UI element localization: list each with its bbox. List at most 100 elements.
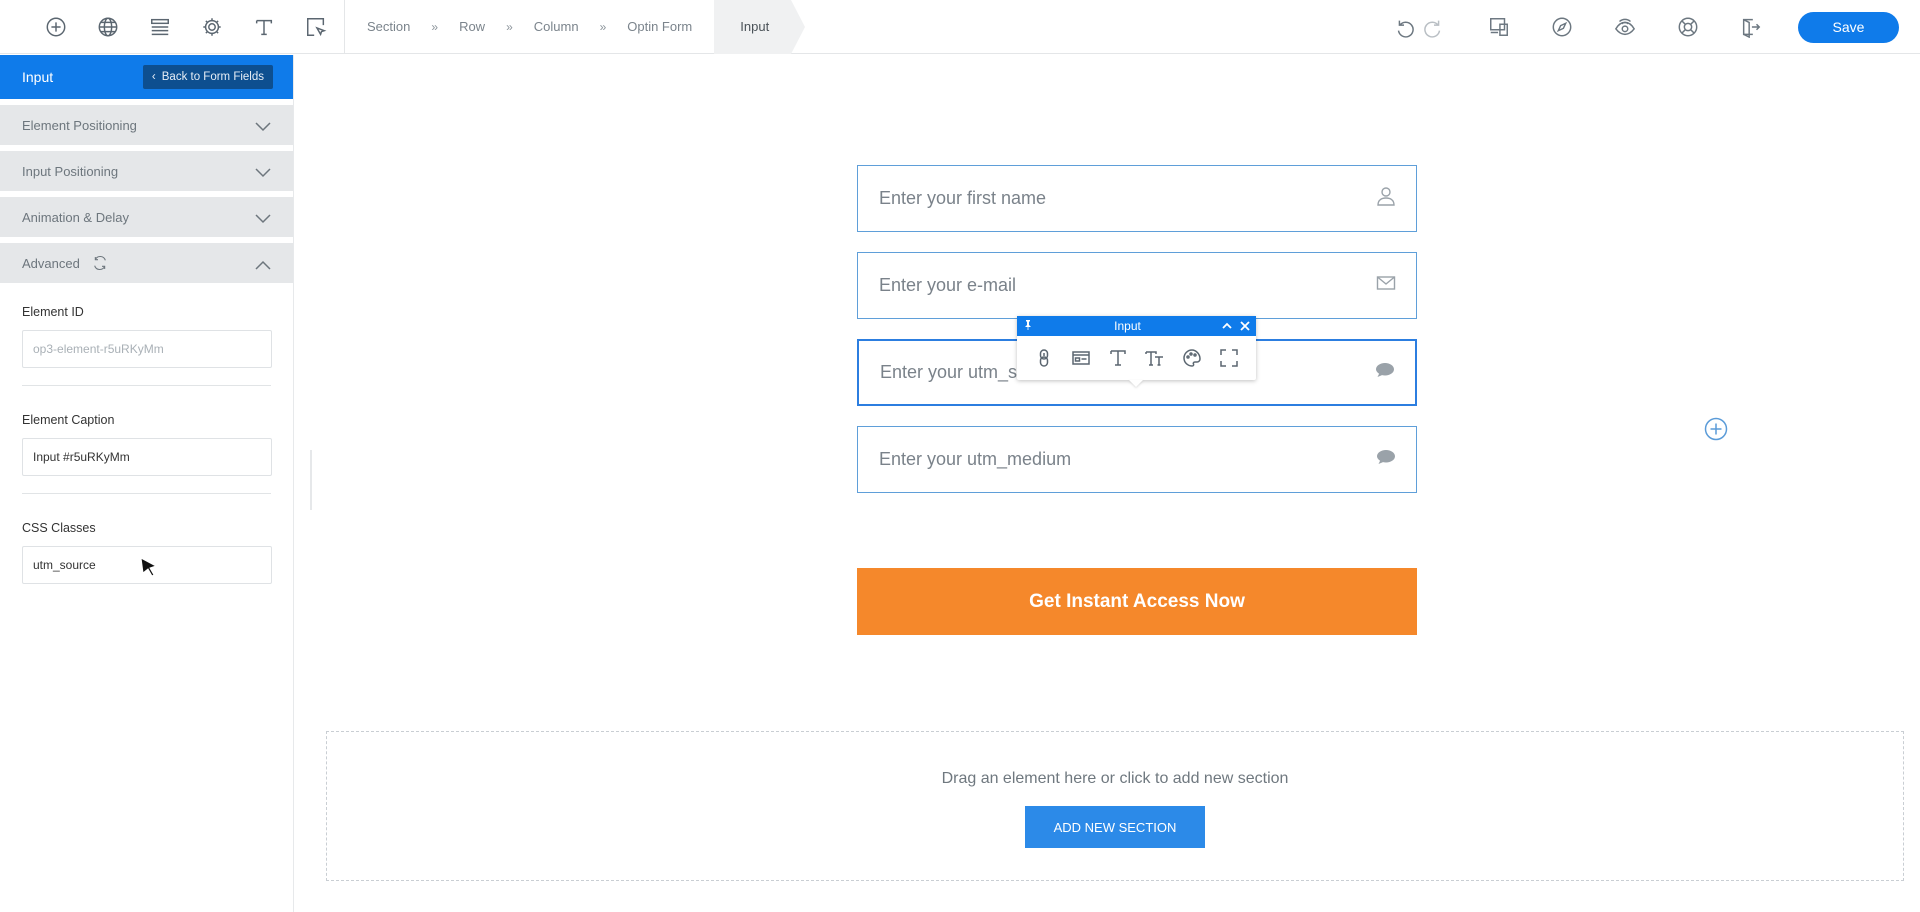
sections-icon [151, 18, 169, 35]
element-id-group: Element ID op3-element-r5uRKyMm [0, 305, 293, 368]
plus-circle-icon [1704, 417, 1728, 441]
history-controls [1379, 16, 1459, 38]
back-button-label: Back to Form Fields [161, 71, 264, 83]
devices-icon [1489, 18, 1508, 36]
navigator-button[interactable] [1530, 0, 1593, 54]
utm-medium-field[interactable]: Enter your utm_medium [857, 426, 1417, 493]
fullscreen-icon[interactable] [1219, 348, 1239, 368]
toolbar-left-icons [0, 0, 345, 54]
user-icon [1376, 186, 1396, 211]
breadcrumb-row[interactable]: Row [459, 19, 485, 34]
chevron-left-icon: ‹ [151, 71, 156, 83]
css-classes-label: CSS Classes [22, 521, 96, 535]
settings-button[interactable] [186, 0, 238, 54]
exit-button[interactable] [1719, 0, 1782, 54]
floating-toolbar-title: Input [1114, 319, 1141, 333]
email-field[interactable]: Enter your e-mail [857, 252, 1417, 319]
breadcrumb-optin-form[interactable]: Optin Form [627, 19, 692, 34]
settings-icon [203, 17, 221, 36]
page-canvas: Enter your first name Enter your e-mail … [312, 55, 1920, 912]
get-instant-access-button[interactable]: Get Instant Access Now [857, 568, 1417, 635]
chevron-down-icon [255, 212, 271, 224]
floating-toolbar-pointer [1129, 380, 1143, 387]
compass-icon [1552, 17, 1571, 37]
accordion-label: Element Positioning [22, 117, 137, 133]
breadcrumb-active: Input [714, 0, 806, 54]
element-caption-group: Element Caption Input #r5uRKyMm [0, 413, 293, 476]
floating-toolbar-actions [1017, 336, 1256, 380]
field-placeholder: Enter your first name [879, 188, 1047, 208]
pin-icon[interactable] [1023, 319, 1033, 333]
element-id-label: Element ID [22, 305, 84, 319]
first-name-field[interactable]: Enter your first name [857, 165, 1417, 232]
dropzone-text: Drag an element here or click to add new… [941, 770, 1289, 787]
chevron-up-icon [255, 258, 271, 270]
element-floating-toolbar: Input [1017, 316, 1256, 387]
field-placeholder: Enter your utm_medium [879, 449, 1072, 469]
typography-button[interactable] [238, 0, 290, 54]
breadcrumb: Section » Row » Column » Optin Form Inpu… [345, 0, 806, 54]
accordion-advanced[interactable]: Advanced [0, 243, 293, 283]
sidebar-title: Input [22, 69, 54, 85]
breadcrumb-section[interactable]: Section [367, 19, 410, 34]
element-caption-input[interactable]: Input #r5uRKyMm [22, 438, 272, 476]
add-element-icon [46, 17, 66, 36]
text-icon[interactable] [1108, 348, 1128, 368]
comment-icon [1375, 360, 1395, 385]
top-toolbar: Section » Row » Column » Optin Form Inpu… [0, 0, 1920, 54]
breadcrumb-column[interactable]: Column [534, 19, 579, 34]
accordion-label: Input Positioning [22, 163, 119, 179]
selector-button[interactable] [290, 0, 342, 54]
reset-icon[interactable] [92, 255, 108, 271]
breadcrumb-separator: » [599, 19, 607, 34]
sidebar-header: Input ‹ Back to Form Fields [0, 55, 293, 99]
chevron-down-icon [255, 120, 271, 132]
element-id-input[interactable]: op3-element-r5uRKyMm [22, 330, 272, 368]
back-to-form-fields-button[interactable]: ‹ Back to Form Fields [142, 65, 273, 89]
global-settings-button[interactable] [82, 0, 134, 54]
accordion-input-positioning[interactable]: Input Positioning [0, 151, 293, 191]
save-button[interactable]: Save [1798, 11, 1899, 43]
add-column-button[interactable] [1704, 417, 1728, 441]
field-placeholder: Enter your e-mail [879, 275, 1017, 295]
toolbar-right: Save [1379, 0, 1920, 54]
palette-icon[interactable] [1182, 348, 1202, 368]
help-button[interactable] [1656, 0, 1719, 54]
redo-icon[interactable] [1423, 16, 1445, 38]
accordion-label: Animation & Delay [22, 209, 129, 225]
globe-icon [98, 17, 118, 36]
add-new-section-button[interactable]: ADD NEW SECTION [1025, 806, 1205, 848]
devices-button[interactable] [1467, 0, 1530, 54]
accordion-title: Advanced [22, 255, 108, 271]
floating-toolbar-controls [1222, 321, 1250, 331]
accordion-animation-delay[interactable]: Animation & Delay [0, 197, 293, 237]
help-icon [1678, 17, 1697, 37]
accordion-label: Advanced [22, 255, 80, 271]
undo-icon[interactable] [1393, 16, 1415, 38]
add-section-dropzone[interactable]: Drag an element here or click to add new… [326, 731, 1904, 881]
accordion-element-positioning[interactable]: Element Positioning [0, 105, 293, 145]
mouse-cursor-icon [140, 557, 158, 577]
breadcrumb-separator: » [431, 19, 439, 34]
chevron-up-icon[interactable] [1222, 321, 1232, 331]
close-icon[interactable] [1240, 321, 1250, 331]
preview-icon [1614, 18, 1635, 36]
selector-icon [307, 17, 327, 36]
element-caption-label: Element Caption [22, 413, 115, 427]
envelope-icon [1376, 273, 1396, 298]
floating-toolbar-header: Input [1017, 316, 1256, 336]
link-icon[interactable] [1034, 348, 1054, 368]
form-field-icon[interactable] [1071, 348, 1091, 368]
properties-sidebar: Input ‹ Back to Form Fields Element Posi… [0, 55, 294, 912]
preview-button[interactable] [1593, 0, 1656, 54]
exit-icon [1742, 18, 1760, 38]
comment-icon [1376, 447, 1396, 472]
divider [22, 385, 271, 386]
font-size-icon[interactable] [1145, 348, 1165, 368]
add-element-button[interactable] [30, 0, 82, 54]
chevron-down-icon [255, 166, 271, 178]
sections-button[interactable] [134, 0, 186, 54]
typography-icon [255, 19, 273, 35]
divider [22, 493, 271, 494]
breadcrumb-separator: » [506, 19, 513, 34]
